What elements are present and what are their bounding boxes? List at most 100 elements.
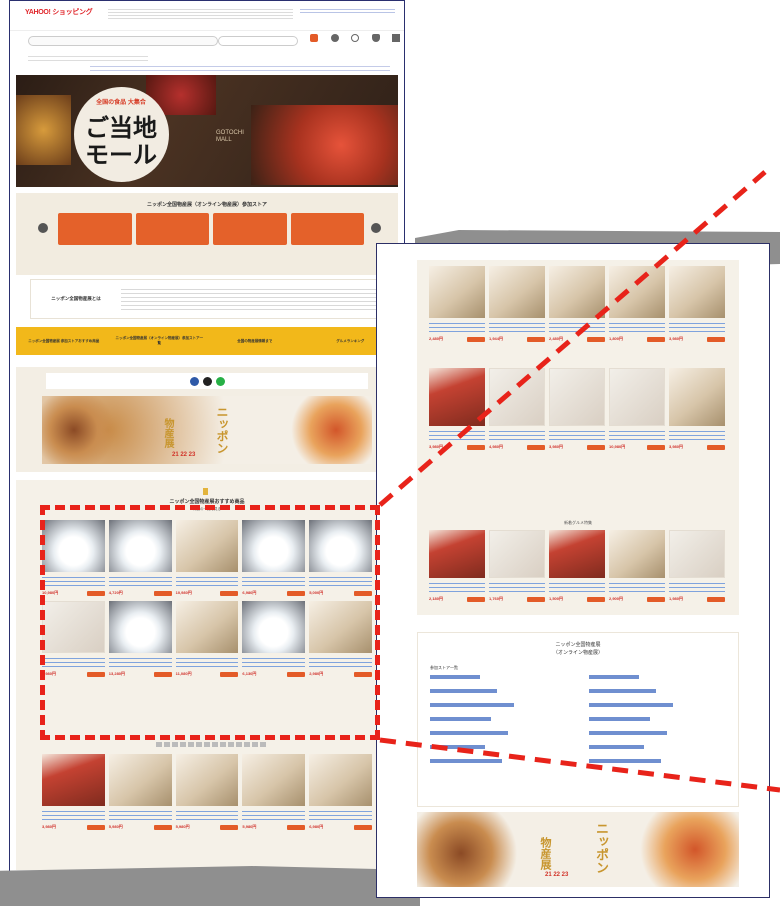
product-card[interactable]: 2,480円 [429,266,485,342]
twitter-icon[interactable] [202,376,212,386]
store-link[interactable] [430,675,480,679]
bell-icon[interactable] [371,34,380,42]
product-title[interactable] [429,320,485,334]
buy-button[interactable] [527,444,545,450]
search-button[interactable] [218,36,298,46]
product-title[interactable] [42,808,105,822]
buy-button[interactable] [587,596,605,602]
buy-button[interactable] [153,824,172,830]
product-image[interactable] [549,530,605,578]
buy-button[interactable] [707,444,725,450]
store-link[interactable] [430,731,508,735]
coupon-icon[interactable] [310,34,318,42]
product-image[interactable] [489,266,545,318]
product-card[interactable]: 1,800円 [609,266,665,342]
product-title[interactable] [429,580,485,594]
product-title[interactable] [669,580,725,594]
store-link[interactable] [430,689,497,693]
product-image[interactable] [609,530,665,578]
site-logo[interactable]: YAHOO! ショッピング [25,7,93,17]
buy-button[interactable] [587,444,605,450]
product-title[interactable] [489,580,545,594]
buy-button[interactable] [353,824,372,830]
product-image[interactable] [489,368,545,426]
yellow-nav-item[interactable]: 全国の物産展情報まで [207,339,303,344]
buy-button[interactable] [86,824,105,830]
store-link[interactable] [430,759,502,763]
product-card[interactable]: 4,980円 [489,368,545,450]
buy-button[interactable] [467,336,485,342]
product-card[interactable]: 10,980円 [609,368,665,450]
store-link[interactable] [589,731,667,735]
product-card[interactable]: 5,980円 [242,754,306,830]
product-image[interactable] [429,266,485,318]
product-image[interactable] [309,754,372,806]
store-link[interactable] [430,703,514,707]
product-card[interactable]: 5,980円 [175,754,239,830]
product-card[interactable]: 3,980円 [669,368,725,450]
product-title[interactable] [549,580,605,594]
product-card[interactable]: 6,980円 [309,754,372,830]
buy-button[interactable] [467,596,485,602]
product-image[interactable] [669,530,725,578]
product-image[interactable] [175,754,239,806]
product-title[interactable] [489,428,545,442]
heart-icon[interactable] [330,34,339,42]
product-title[interactable] [669,428,725,442]
product-title[interactable] [609,580,665,594]
store-link[interactable] [589,759,661,763]
product-image[interactable] [609,266,665,318]
product-title[interactable] [669,320,725,334]
buy-button[interactable] [527,336,545,342]
product-card[interactable]: 3,980円 [549,368,605,450]
buy-button[interactable] [220,824,239,830]
buy-button[interactable] [467,444,485,450]
store-link[interactable] [589,745,644,749]
search-input[interactable] [28,36,218,46]
product-title[interactable] [429,428,485,442]
store-link[interactable] [589,689,656,693]
product-image[interactable] [669,266,725,318]
bussanten-banner[interactable]: 物産展 ニッポン 21 22 23 [42,396,372,464]
buy-button[interactable] [707,596,725,602]
store-link[interactable] [589,717,650,721]
buy-button[interactable] [707,336,725,342]
product-card[interactable]: 1,500円 [549,530,605,602]
buy-button[interactable] [647,596,665,602]
store-link[interactable] [430,745,485,749]
product-image[interactable] [429,530,485,578]
store-tile[interactable] [135,213,209,245]
product-image[interactable] [549,368,605,426]
product-title[interactable] [242,808,306,822]
buy-button[interactable] [287,824,306,830]
store-tile[interactable] [290,213,364,245]
product-title[interactable] [108,808,172,822]
product-card[interactable]: 2,480円 [549,266,605,342]
product-card[interactable]: 5,980円 [108,754,172,830]
yellow-nav-item[interactable]: ニッポン全国物産展（オンライン物産展）参加ストア一覧 [112,336,208,346]
store-link[interactable] [589,703,673,707]
product-card[interactable]: 1,760円 [489,530,545,602]
product-image[interactable] [242,754,306,806]
hero-banner[interactable]: 全国の食品 大集合 ご当地 モール GOTOCHI MALL [16,75,398,187]
product-card[interactable]: 1,944円 [489,266,545,342]
store-tile[interactable] [58,213,132,245]
cart-icon[interactable] [392,34,400,42]
product-image[interactable] [489,530,545,578]
product-card[interactable]: 3,980円 [669,266,725,342]
carousel-prev-button[interactable] [38,223,48,233]
product-title[interactable] [609,428,665,442]
store-tile[interactable] [213,213,287,245]
buy-button[interactable] [647,336,665,342]
product-image[interactable] [549,266,605,318]
product-title[interactable] [489,320,545,334]
product-card[interactable]: 2,180円 [429,530,485,602]
product-image[interactable] [669,368,725,426]
clock-icon[interactable] [351,34,359,42]
buy-button[interactable] [647,444,665,450]
buy-button[interactable] [527,596,545,602]
yellow-nav-item[interactable]: ニッポン全国物産展 参加ストアおすすめ商品 [16,339,112,344]
product-title[interactable] [309,808,372,822]
right-bussanten-banner[interactable]: 物産展 ニッポン 21 22 23 [417,812,739,887]
store-link[interactable] [589,675,639,679]
